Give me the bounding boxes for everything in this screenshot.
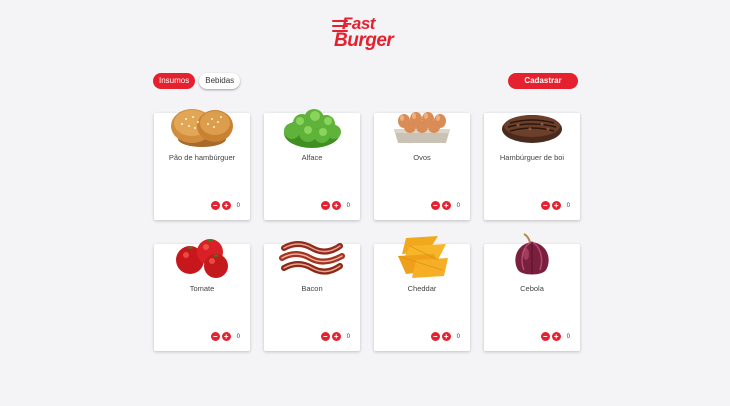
increment-button[interactable]: +: [551, 201, 561, 210]
product-card-bacon: Bacon − + 0: [264, 241, 360, 351]
product-card-pao: Pão de hambúrguer − + 0: [154, 109, 250, 220]
fast-burger-logo: Fast Burger: [332, 15, 400, 53]
product-name: Bacon: [301, 284, 323, 293]
increment-button[interactable]: +: [441, 201, 451, 210]
product-name: Tomate: [189, 284, 215, 293]
quantity-value: 0: [456, 333, 460, 340]
quantity-stepper: − + 0: [430, 332, 460, 341]
increment-button[interactable]: +: [221, 332, 231, 341]
decrement-button[interactable]: −: [430, 332, 440, 341]
increment-button[interactable]: +: [551, 332, 561, 341]
decrement-button[interactable]: −: [540, 201, 550, 210]
product-name: Pão de hambúrguer: [168, 153, 236, 162]
bun-icon: [171, 109, 233, 147]
product-name: Cheddar: [407, 284, 437, 293]
brand-line-2: Burger: [334, 30, 394, 51]
onion-icon: [515, 233, 549, 275]
quantity-stepper: − + 0: [210, 332, 240, 341]
product-card-alface: Alface − + 0: [264, 109, 360, 220]
product-name: Alface: [301, 153, 323, 162]
quantity-value: 0: [346, 202, 350, 209]
tab-insumos[interactable]: Insumos: [153, 73, 196, 89]
increment-button[interactable]: +: [331, 332, 341, 341]
increment-button[interactable]: +: [331, 201, 341, 210]
tomato-icon: [176, 239, 228, 278]
decrement-button[interactable]: −: [320, 332, 330, 341]
decrement-button[interactable]: −: [430, 201, 440, 210]
quantity-value: 0: [566, 202, 570, 209]
quantity-value: 0: [236, 202, 240, 209]
decrement-button[interactable]: −: [210, 332, 220, 341]
bacon-icon: [279, 241, 345, 275]
product-name: Hambúrguer de boi: [499, 153, 565, 162]
quantity-value: 0: [566, 333, 570, 340]
quantity-stepper: − + 0: [430, 201, 460, 210]
quantity-value: 0: [456, 202, 460, 209]
decrement-button[interactable]: −: [210, 201, 220, 210]
patty-icon: [502, 115, 562, 143]
tab-bebidas[interactable]: Bebidas: [199, 73, 241, 89]
quantity-value: 0: [346, 333, 350, 340]
quantity-stepper: − + 0: [320, 332, 350, 341]
quantity-stepper: − + 0: [540, 332, 570, 341]
quantity-stepper: − + 0: [540, 201, 570, 210]
product-name: Cebola: [520, 284, 544, 293]
product-card-tomate: Tomate − + 0: [154, 239, 250, 351]
product-card-cebola: Cebola − + 0: [484, 233, 580, 351]
decrement-button[interactable]: −: [540, 332, 550, 341]
decrement-button[interactable]: −: [320, 201, 330, 210]
cheddar-icon: [397, 236, 448, 278]
register-button[interactable]: Cadastrar: [508, 73, 578, 89]
category-tabs: Insumos Bebidas: [153, 73, 241, 89]
product-card-cheddar: Cheddar − + 0: [374, 236, 470, 351]
product-card-hamburguer: Hambúrguer de boi − + 0: [484, 113, 580, 220]
eggs-icon: [394, 112, 450, 143]
increment-button[interactable]: +: [441, 332, 451, 341]
quantity-value: 0: [236, 333, 240, 340]
quantity-stepper: − + 0: [210, 201, 240, 210]
increment-button[interactable]: +: [221, 201, 231, 210]
product-name: Ovos: [413, 153, 431, 162]
product-card-ovos: Ovos − + 0: [374, 112, 470, 220]
quantity-stepper: − + 0: [320, 201, 350, 210]
lettuce-icon: [284, 109, 341, 148]
